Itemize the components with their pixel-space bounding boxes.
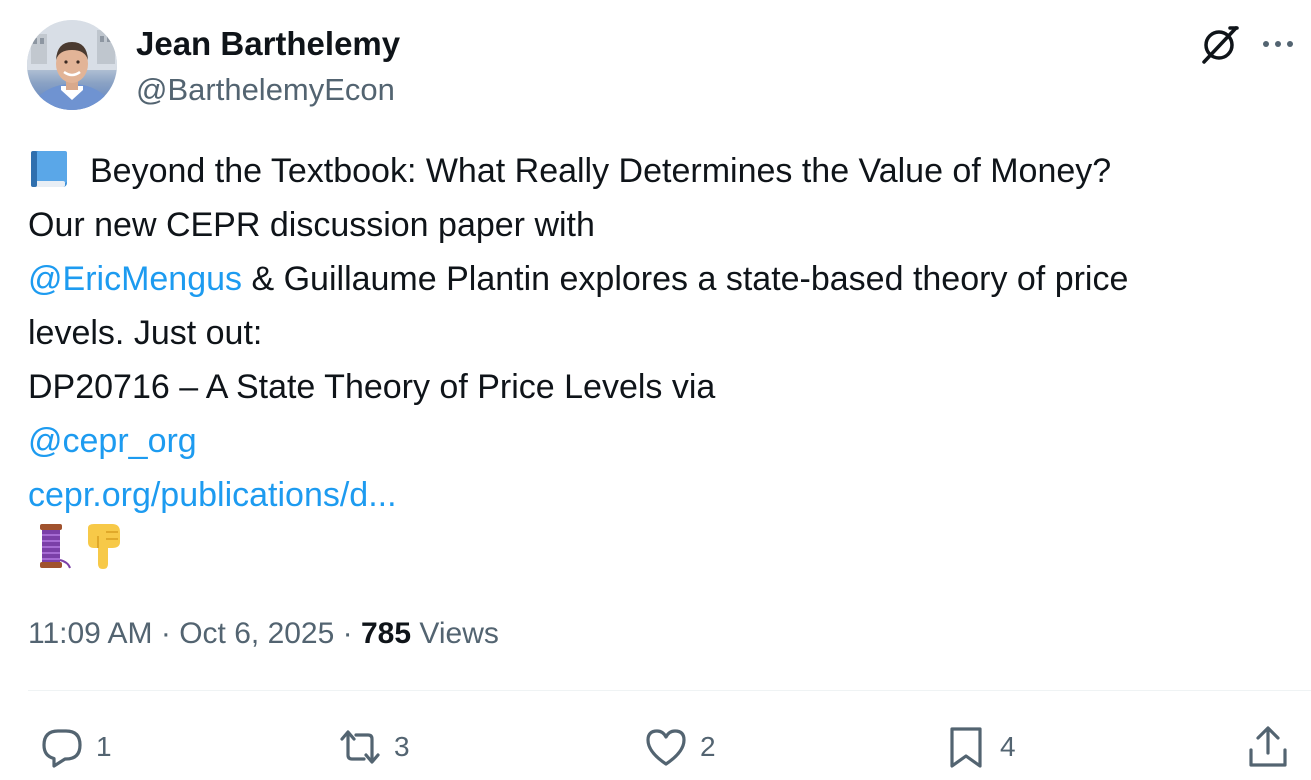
reply-count: 1: [96, 731, 112, 762]
blue-book-emoji: [28, 149, 72, 189]
meta-separator: ·: [334, 617, 361, 650]
mention-link-ericmengus[interactable]: @EricMengus: [28, 260, 242, 298]
tweet-line-7: cepr.org/publications/d...: [28, 468, 1298, 522]
views-count: 785: [360, 617, 412, 650]
tweet-line-8: [28, 522, 1298, 576]
share-button[interactable]: [1244, 722, 1292, 772]
tweet-date[interactable]: Oct 6, 2025: [179, 617, 334, 650]
like-count: 2: [700, 731, 716, 762]
bookmark-button[interactable]: 4: [942, 722, 1016, 772]
more-options-icon[interactable]: [1258, 26, 1298, 62]
grok-icon[interactable]: [1198, 22, 1242, 66]
retweet-button[interactable]: 3: [336, 722, 410, 772]
like-button[interactable]: 2: [642, 722, 716, 772]
divider: [28, 690, 1311, 691]
meta-separator: ·: [152, 617, 180, 650]
tweet-text: Beyond the Textbook: What Really Determi…: [28, 144, 1298, 576]
tweet-line-1-text: Beyond the Textbook: What Really Determi…: [90, 152, 1112, 190]
tweet-line-5: DP20716 – A State Theory of Price Levels…: [28, 368, 716, 406]
reply-icon: [38, 723, 86, 771]
tweet-time[interactable]: 11:09 AM: [28, 617, 153, 650]
tweet-line-3-text: & Guillaume Plantin explores a state-bas…: [242, 260, 1129, 298]
tweet-line-1: Beyond the Textbook: What Really Determi…: [28, 144, 1298, 198]
mention-link-cepr[interactable]: @cepr_org: [28, 422, 197, 460]
backhand-index-pointing-down-emoji: [82, 522, 126, 570]
thread-spool-emoji: [28, 522, 72, 570]
retweet-count: 3: [394, 731, 410, 762]
avatar[interactable]: [27, 20, 117, 110]
publication-link[interactable]: cepr.org/publications/d...: [28, 476, 397, 514]
reply-button[interactable]: 1: [38, 722, 112, 772]
author-name[interactable]: Jean Barthelemy: [136, 24, 400, 64]
tweet-line-3: @EricMengus & Guillaume Plantin explores…: [28, 252, 1298, 306]
tweet-line-6: @cepr_org: [28, 414, 1298, 468]
author-handle[interactable]: @BarthelemyEcon: [136, 70, 395, 110]
retweet-icon: [336, 723, 384, 771]
bookmark-count: 4: [1000, 731, 1016, 762]
tweet-line-2: Our new CEPR discussion paper with: [28, 206, 595, 244]
views-label: Views: [411, 617, 499, 650]
share-icon: [1244, 723, 1292, 771]
tweet-line-4: levels. Just out:: [28, 314, 263, 352]
tweet-meta: 11:09 AM · Oct 6, 2025 · 785 Views: [28, 614, 499, 654]
heart-icon: [642, 723, 690, 771]
bookmark-icon: [942, 723, 990, 771]
tweet-card: Jean Barthelemy @BarthelemyEcon Beyond t…: [0, 0, 1311, 780]
